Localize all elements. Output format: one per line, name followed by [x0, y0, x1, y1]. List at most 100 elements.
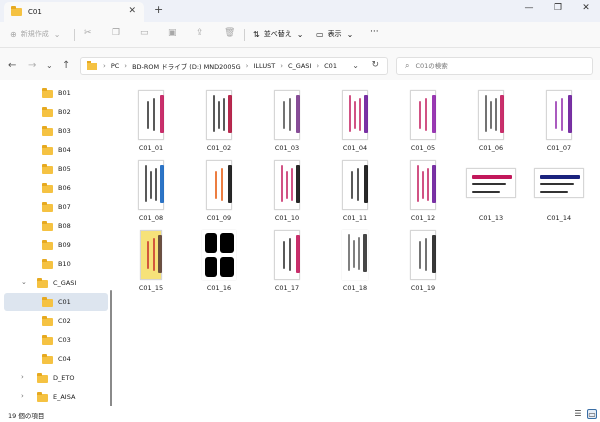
- file-thumbnail[interactable]: C01_06: [458, 88, 524, 158]
- chevron-down-icon[interactable]: ⌄: [21, 278, 27, 286]
- sidebar-scrollbar[interactable]: [110, 290, 112, 406]
- more-options-button[interactable]: ···: [370, 27, 379, 37]
- sidebar-item-label: C01: [58, 298, 71, 306]
- file-thumbnail[interactable]: C01_19: [390, 228, 456, 298]
- calligraphy-stroke: [349, 95, 351, 132]
- file-name: C01_01: [138, 144, 164, 152]
- address-dropdown-icon[interactable]: ⌄: [352, 61, 359, 70]
- search-box[interactable]: ⌕: [396, 57, 593, 75]
- thumbnail-image: [202, 230, 236, 280]
- history-chevron-icon[interactable]: ⌄: [46, 61, 53, 70]
- sidebar-item-label: B03: [58, 127, 71, 135]
- sidebar-item-b05[interactable]: B05: [4, 160, 108, 178]
- folder-icon: [37, 278, 48, 288]
- delete-icon[interactable]: 🗑: [224, 28, 235, 38]
- file-thumbnail[interactable]: C01_17: [254, 228, 320, 298]
- cut-icon[interactable]: ✂: [84, 28, 92, 38]
- file-name: C01_11: [342, 214, 368, 222]
- sidebar-item-d-eto[interactable]: › D_ETO: [4, 369, 108, 387]
- tab-c01[interactable]: C01 ✕: [4, 2, 144, 22]
- breadcrumb-c-gasi[interactable]: C_GASI: [288, 62, 311, 70]
- tab-close-icon[interactable]: ✕: [128, 6, 136, 16]
- forward-arrow-icon[interactable]: →: [28, 60, 36, 71]
- calligraphy-stroke: [282, 241, 285, 269]
- file-thumbnail[interactable]: C01_11: [322, 158, 388, 228]
- chevron-right-icon: ›: [103, 62, 106, 70]
- breadcrumb-pc[interactable]: PC: [111, 62, 119, 70]
- paste-icon[interactable]: ▭: [140, 28, 149, 38]
- chevron-right-icon: ›: [316, 62, 320, 70]
- sidebar-item-b10[interactable]: B10: [4, 255, 108, 273]
- folder-icon: [42, 164, 53, 174]
- file-thumbnail[interactable]: C01_14: [526, 158, 592, 228]
- calligraphy-stroke: [150, 171, 152, 199]
- refresh-icon[interactable]: ↻: [371, 60, 379, 70]
- sidebar-item-b08[interactable]: B08: [4, 217, 108, 235]
- file-thumbnail[interactable]: C01_08: [118, 158, 184, 228]
- file-thumbnail[interactable]: C01_18: [322, 228, 388, 298]
- sort-button[interactable]: ⇅ 並べ替え ⌄: [253, 29, 307, 39]
- address-bar[interactable]: › PC › BD-ROM ドライブ (D:) MND2005G › ILLUS…: [80, 57, 388, 75]
- folder-icon: [42, 221, 53, 231]
- thumbnail-image: [478, 90, 504, 140]
- file-name: C01_17: [274, 284, 300, 292]
- sort-icon: ⇅: [253, 29, 260, 39]
- close-button[interactable]: ✕: [576, 3, 596, 13]
- back-arrow-icon[interactable]: ←: [8, 60, 16, 71]
- breadcrumb-c01[interactable]: C01: [324, 62, 337, 70]
- breadcrumb-illust[interactable]: ILLUST: [253, 62, 275, 70]
- file-thumbnail[interactable]: C01_10: [254, 158, 320, 228]
- sidebar-item-b07[interactable]: B07: [4, 198, 108, 216]
- file-thumbnail[interactable]: C01_13: [458, 158, 524, 228]
- file-thumbnail[interactable]: C01_15: [118, 228, 184, 298]
- file-name: C01_16: [206, 284, 232, 292]
- sidebar-item-b02[interactable]: B02: [4, 103, 108, 121]
- copy-icon[interactable]: ❐: [112, 28, 120, 38]
- navigation-pane: B01 B02 B03 B04 B05 B06 B07 B08 B09 B10 ⌄ C_GASI C01…: [0, 80, 112, 406]
- calligraphy-stroke: [561, 98, 564, 131]
- sidebar-item-b06[interactable]: B06: [4, 179, 108, 197]
- calligraphy-stroke: [422, 171, 424, 199]
- sidebar-item-label: C04: [58, 355, 71, 363]
- folder-icon: [37, 373, 48, 383]
- search-input[interactable]: [415, 62, 576, 70]
- sidebar-item-b09[interactable]: B09: [4, 236, 108, 254]
- file-thumbnail[interactable]: C01_07: [526, 88, 592, 158]
- sidebar-item-e-aisa[interactable]: › E_AISA: [4, 388, 108, 406]
- file-thumbnail[interactable]: C01_09: [186, 158, 252, 228]
- sidebar-item-b04[interactable]: B04: [4, 141, 108, 159]
- tab-title: C01: [28, 8, 42, 16]
- minimize-button[interactable]: —: [519, 3, 539, 13]
- calligraphy-stroke: [425, 98, 428, 131]
- item-count: 19 個の項目: [8, 412, 45, 420]
- thumbnail-view-icon[interactable]: ▭: [587, 409, 597, 419]
- sidebar-item-b01[interactable]: B01: [4, 84, 108, 102]
- new-button[interactable]: ⊕ 新規作成 ⌄: [10, 29, 64, 39]
- file-thumbnail[interactable]: C01_02: [186, 88, 252, 158]
- file-thumbnail[interactable]: C01_05: [390, 88, 456, 158]
- chevron-right-icon[interactable]: ›: [21, 373, 24, 381]
- details-view-icon[interactable]: ☰: [573, 409, 583, 419]
- file-name: C01_03: [274, 144, 300, 152]
- calligraphy-stroke: [218, 101, 220, 129]
- sidebar-item-b03[interactable]: B03: [4, 122, 108, 140]
- file-thumbnail[interactable]: C01_03: [254, 88, 320, 158]
- up-arrow-icon[interactable]: ↑: [62, 60, 70, 71]
- sidebar-item-c01[interactable]: C01: [4, 293, 108, 311]
- sidebar-item-c03[interactable]: C03: [4, 331, 108, 349]
- rename-icon[interactable]: ▣: [168, 28, 177, 38]
- sidebar-item-c-gasi[interactable]: ⌄ C_GASI: [4, 274, 108, 292]
- maximize-button[interactable]: ❐: [548, 3, 568, 13]
- breadcrumb-drive[interactable]: BD-ROM ドライブ (D:) MND2005G: [132, 61, 241, 71]
- file-thumbnail[interactable]: C01_01: [118, 88, 184, 158]
- file-thumbnail[interactable]: C01_12: [390, 158, 456, 228]
- file-thumbnail[interactable]: C01_16: [186, 228, 252, 298]
- chevron-right-icon[interactable]: ›: [21, 392, 24, 400]
- calligraphy-stroke: [221, 168, 224, 201]
- new-tab-button[interactable]: +: [154, 3, 163, 16]
- share-icon[interactable]: ⇪: [196, 28, 204, 38]
- view-button[interactable]: ▭ 表示 ⌄: [316, 29, 357, 39]
- sidebar-item-c02[interactable]: C02: [4, 312, 108, 330]
- sidebar-item-c04[interactable]: C04: [4, 350, 108, 368]
- file-thumbnail[interactable]: C01_04: [322, 88, 388, 158]
